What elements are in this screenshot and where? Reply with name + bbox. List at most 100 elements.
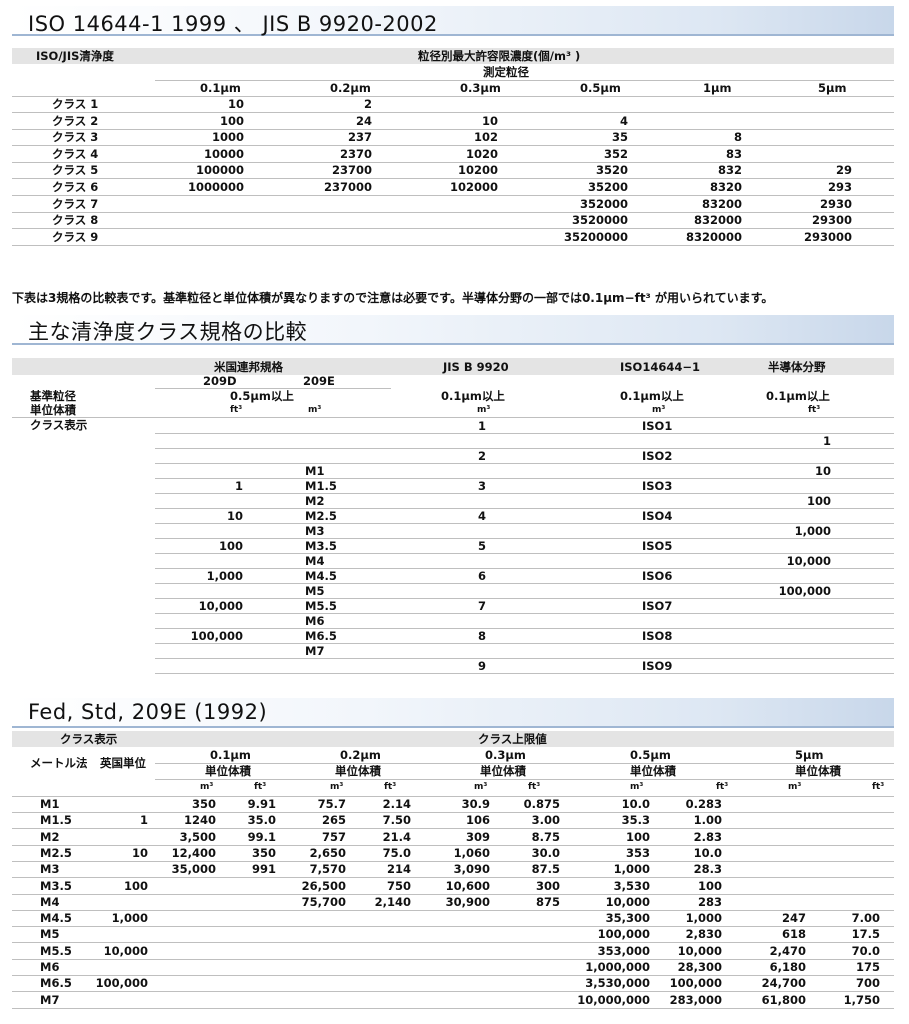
s2-semi-cell: 100,000 (778, 584, 831, 598)
s3-cell: 100 (697, 878, 722, 893)
s1-row-label: クラス 1 (52, 97, 99, 111)
s3-cell: 283,000 (669, 992, 722, 1007)
s3-cell: 100,000 (597, 927, 650, 942)
s2-209d-cell: 100 (218, 539, 243, 553)
s2-209e-cell: M5.5 (305, 599, 337, 613)
s3-cell: 21.4 (382, 829, 411, 844)
s2-row-line (155, 463, 894, 464)
s3-unit-volume-header: 単位体積 (335, 764, 381, 778)
s2-209e-cell: M4.5 (305, 569, 337, 583)
s3-unit-volume-header: 単位体積 (205, 764, 251, 778)
s2-row-line (155, 643, 894, 644)
s1-cell: 237000 (323, 180, 372, 194)
s3-unit-volume-header: 単位体積 (795, 764, 841, 778)
s3-metric-class: M7 (40, 992, 60, 1007)
s2-jis-cell: 7 (478, 599, 487, 613)
s1-row-label: クラス 6 (52, 180, 99, 194)
s3-unit-volume-header: 単位体積 (480, 764, 526, 778)
s3-divider (12, 796, 894, 797)
s1-cell: 35200000 (563, 229, 628, 244)
s3-cell: 75.0 (382, 845, 411, 860)
s2-row-line (155, 553, 894, 554)
s1-cell: 100 (219, 113, 244, 128)
section3-title-band: Fed, Std, 209E (1992) (12, 698, 894, 728)
section2-title: 主な清浄度クラス規格の比較 (28, 320, 308, 344)
s2-209e-cell: M1 (305, 464, 325, 478)
s2-209e-cell: M4 (305, 554, 325, 568)
s2-iso-cell: ISO3 (642, 479, 673, 493)
s3-english-class: 10 (131, 845, 148, 860)
s3-metric-class: M6.5 (40, 976, 72, 991)
s2-iso-cell: ISO8 (642, 629, 673, 643)
s3-cell: 3,500 (179, 829, 216, 844)
s1-row-line (12, 211, 894, 213)
class-display-header: クラス表示 (60, 732, 118, 746)
s1-cell: 1000 (211, 130, 244, 145)
s3-cell: 35.3 (621, 813, 650, 828)
s3-cell: 2,140 (374, 894, 411, 909)
s2-iso-cell: ISO7 (642, 599, 673, 613)
class-limit-header: クラス上限値 (478, 732, 547, 746)
s1-cell: 8 (733, 130, 742, 145)
s1-row-line (12, 228, 894, 230)
s1-divider (155, 80, 894, 81)
s3-cell: 12,400 (171, 845, 216, 860)
s2-jis-cell: 3 (478, 479, 487, 493)
s3-metric-class: M1 (40, 797, 60, 811)
s1-cell: 352 (603, 146, 628, 161)
s1-cell: 352000 (579, 196, 628, 211)
s3-unit-ft3: ft³ (254, 782, 267, 792)
s1-cell: 10000 (203, 146, 244, 161)
s3-cell: 99.1 (247, 829, 276, 844)
s2-jis-cell: 5 (478, 539, 487, 553)
s1-cell: 1020 (465, 146, 498, 161)
s3-cell: 10,000 (677, 943, 722, 958)
s2-semi-cell: 100 (806, 494, 831, 508)
s3-cell: 35,300 (605, 911, 650, 926)
s2-row-line (155, 508, 894, 509)
s3-cell: 100 (625, 829, 650, 844)
s3-cell: 353,000 (597, 943, 650, 958)
s1-cell: 8320000 (685, 229, 742, 244)
s2-row-line (155, 478, 894, 479)
fed-209e-header: 209E (303, 374, 335, 388)
s1-cell: 293000 (803, 229, 852, 244)
s2-209e-cell: M6 (305, 614, 325, 628)
s3-cell: 3,090 (453, 862, 490, 877)
s3-cell: 10.0 (621, 797, 650, 811)
s3-cell: 70.0 (851, 943, 880, 958)
s2-209e-cell: M7 (305, 644, 325, 658)
s3-cell: 2.14 (382, 797, 411, 811)
s3-row-line (12, 958, 894, 960)
s1-row-label: クラス 2 (52, 113, 99, 128)
s3-cell: 1,000 (613, 862, 650, 877)
s1-cell: 23700 (331, 163, 372, 178)
section2-title-band: 主な清浄度クラス規格の比較 (12, 315, 894, 345)
s1-size-header: 0.5μm (580, 81, 621, 95)
s3-size-header: 0.2μm (340, 748, 381, 762)
s3-cell: 300 (535, 878, 560, 893)
s2-iso-cell: ISO4 (642, 509, 673, 523)
s2-row-line (155, 673, 894, 674)
s3-cell: 1,000,000 (585, 960, 650, 974)
s3-cell: 353 (625, 845, 650, 860)
s1-cell: 10200 (457, 163, 498, 178)
s3-unit-ft3: ft³ (528, 782, 541, 792)
s1-cell: 83 (725, 146, 742, 161)
s3-metric-class: M5 (40, 927, 60, 942)
s1-row-line (12, 128, 894, 130)
s3-metric-class: M3 (40, 862, 60, 877)
s3-english-class: 100 (123, 878, 148, 893)
s3-cell: 30,900 (445, 894, 490, 909)
s1-cell: 83200 (701, 196, 742, 211)
s2-divider (12, 417, 894, 418)
iso-jis-class-header: ISO/JIS清浄度 (36, 49, 114, 63)
s3-cell: 75,700 (301, 894, 346, 909)
s2-209e-cell: M6.5 (305, 629, 337, 643)
unit-semi: ft³ (808, 405, 821, 415)
s1-cell: 29300 (811, 213, 852, 228)
s1-cell: 293 (827, 180, 852, 194)
s2-row-line (155, 598, 894, 599)
s2-iso-cell: ISO6 (642, 569, 673, 583)
s2-row-line (155, 523, 894, 524)
